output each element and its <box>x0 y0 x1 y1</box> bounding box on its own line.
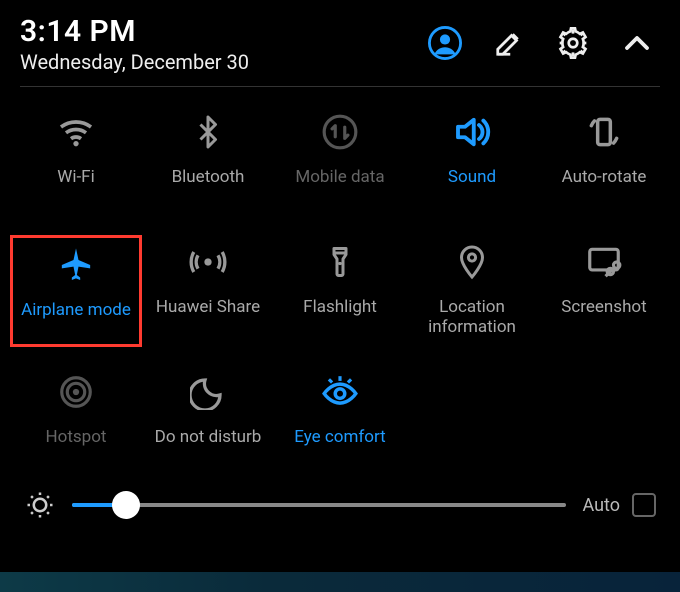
tile-label: Mobile data <box>295 167 384 187</box>
header-actions <box>428 26 654 60</box>
tile-label: Auto-rotate <box>562 167 647 187</box>
tile-mobile-data[interactable]: Mobile data <box>274 105 406 217</box>
tile-hotspot[interactable]: Hotspot <box>10 365 142 477</box>
edit-icon[interactable] <box>492 26 526 60</box>
tile-label: Bluetooth <box>172 167 245 187</box>
brightness-icon <box>24 489 56 521</box>
wifi-icon <box>55 111 97 153</box>
settings-icon[interactable] <box>556 26 590 60</box>
sound-icon <box>451 111 493 153</box>
tile-label: Screenshot <box>561 297 646 317</box>
airplane-icon <box>55 244 97 286</box>
tile-label: Huawei Share <box>156 297 260 317</box>
tile-eye-comfort[interactable]: Eye comfort <box>274 365 406 477</box>
tile-flashlight[interactable]: Flashlight <box>274 235 406 347</box>
slider-thumb[interactable] <box>112 491 140 519</box>
auto-label: Auto <box>582 495 620 516</box>
flashlight-icon <box>319 241 361 283</box>
dnd-icon <box>187 371 229 413</box>
tile-airplane-mode[interactable]: Airplane mode <box>10 235 142 347</box>
tile-label: Eye comfort <box>294 427 385 447</box>
tile-label: Sound <box>448 167 496 187</box>
brightness-row: Auto <box>0 477 680 531</box>
tile-label: Location information <box>408 297 536 338</box>
tile-auto-rotate[interactable]: Auto-rotate <box>538 105 670 217</box>
slider-track <box>72 503 566 507</box>
auto-checkbox[interactable] <box>632 493 656 517</box>
brightness-slider[interactable] <box>72 489 566 521</box>
tile-label: Do not disturb <box>155 427 262 447</box>
tile-label: Wi-Fi <box>57 167 94 187</box>
tile-empty <box>538 365 670 477</box>
screenshot-icon <box>583 241 625 283</box>
tile-do-not-disturb[interactable]: Do not disturb <box>142 365 274 477</box>
tile-wifi[interactable]: Wi-Fi <box>10 105 142 217</box>
quick-settings-grid: Wi-Fi Bluetooth Mobile data Sound Auto-r… <box>0 87 680 477</box>
mobile-data-icon <box>319 111 361 153</box>
tile-empty <box>406 365 538 477</box>
profile-icon[interactable] <box>428 26 462 60</box>
tile-location[interactable]: Location information <box>406 235 538 347</box>
tile-label: Flashlight <box>303 297 377 317</box>
collapse-icon[interactable] <box>620 26 654 60</box>
tile-huawei-share[interactable]: Huawei Share <box>142 235 274 347</box>
notification-shade-header: 3:14 PM Wednesday, December 30 <box>0 0 680 86</box>
tile-label: Hotspot <box>46 427 107 447</box>
bluetooth-icon <box>187 111 229 153</box>
auto-brightness-toggle[interactable]: Auto <box>582 493 656 517</box>
tile-label: Airplane mode <box>21 300 131 320</box>
time-text: 3:14 PM <box>20 14 249 49</box>
tile-screenshot[interactable]: Screenshot <box>538 235 670 347</box>
tile-bluetooth[interactable]: Bluetooth <box>142 105 274 217</box>
location-icon <box>451 241 493 283</box>
auto-rotate-icon <box>583 111 625 153</box>
wallpaper-strip <box>0 572 680 592</box>
huawei-share-icon <box>187 241 229 283</box>
hotspot-icon <box>55 371 97 413</box>
tile-sound[interactable]: Sound <box>406 105 538 217</box>
clock-block: 3:14 PM Wednesday, December 30 <box>20 14 249 74</box>
date-text: Wednesday, December 30 <box>20 50 249 74</box>
eye-comfort-icon <box>319 371 361 413</box>
